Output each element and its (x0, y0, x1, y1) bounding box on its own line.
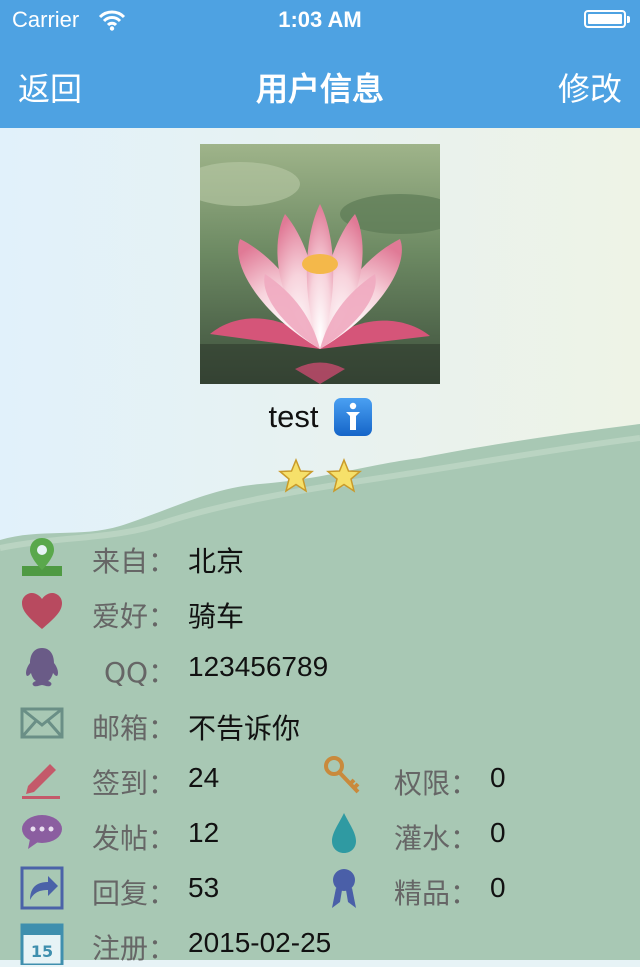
user-avatar[interactable] (200, 144, 440, 384)
posts-value: 12 (188, 817, 220, 848)
calendar-icon: 15 (20, 923, 64, 965)
qq-value: 123456789 (188, 651, 329, 682)
info-row-posts: 发帖： 12 (20, 807, 310, 857)
qq-label: QQ： (104, 656, 177, 689)
info-row-permission: 权限： 0 (322, 752, 622, 802)
reply-arrow-icon (20, 866, 64, 910)
registered-value: 2015-02-25 (188, 927, 332, 958)
info-row-from: 来自： 北京 (20, 530, 620, 580)
ribbon-award-icon (332, 869, 356, 908)
key-icon (324, 756, 360, 794)
username-row: test (0, 398, 640, 442)
hobby-label: 爱好： (92, 600, 177, 633)
water-label: 灌水： (394, 822, 479, 855)
location-icon (22, 538, 62, 576)
svg-text:15: 15 (31, 942, 53, 961)
permission-label: 权限： (394, 767, 479, 800)
info-row-hobby: 爱好： 骑车 (20, 585, 620, 635)
water-value: 0 (490, 817, 506, 848)
from-label: 来自： (92, 545, 177, 578)
pencil-icon (22, 764, 60, 799)
signin-value: 24 (188, 762, 220, 793)
info-row-replies: 回复： 53 (20, 862, 310, 912)
status-bar: Carrier 1:03 AM (0, 0, 640, 40)
registered-label: 注册： (92, 932, 177, 965)
email-value: 不告诉你 (188, 712, 301, 745)
star-icon (325, 458, 362, 493)
info-icon[interactable] (333, 398, 372, 436)
star-icon (278, 458, 315, 493)
navigation-bar: 返回 用户信息 修改 (0, 40, 640, 128)
featured-label: 精品： (394, 877, 479, 910)
info-row-signin: 签到： 24 (20, 752, 310, 802)
heart-icon (22, 593, 62, 629)
hobby-value: 骑车 (188, 600, 245, 633)
water-drop-icon (332, 813, 356, 853)
info-row-featured: 精品： 0 (322, 862, 622, 912)
info-row-email: 邮箱： 不告诉你 (20, 697, 620, 747)
edit-button[interactable]: 修改 (558, 64, 622, 110)
battery-icon (584, 10, 630, 28)
qq-penguin-icon (26, 648, 58, 687)
clock: 1:03 AM (278, 7, 362, 32)
info-row-water: 灌水： 0 (322, 807, 622, 857)
replies-label: 回复： (92, 877, 177, 910)
info-row-qq: QQ： 123456789 (20, 641, 620, 691)
featured-value: 0 (490, 872, 506, 903)
replies-value: 53 (188, 872, 220, 903)
chat-bubble-icon (22, 815, 62, 849)
mail-icon (20, 707, 64, 739)
from-value: 北京 (188, 545, 245, 578)
username: test (268, 399, 319, 434)
signin-label: 签到： (92, 767, 177, 800)
email-label: 邮箱： (92, 712, 177, 745)
level-stars (0, 458, 640, 498)
permission-value: 0 (490, 762, 506, 793)
posts-label: 发帖： (92, 822, 177, 855)
page-title: 用户信息 (255, 70, 384, 108)
